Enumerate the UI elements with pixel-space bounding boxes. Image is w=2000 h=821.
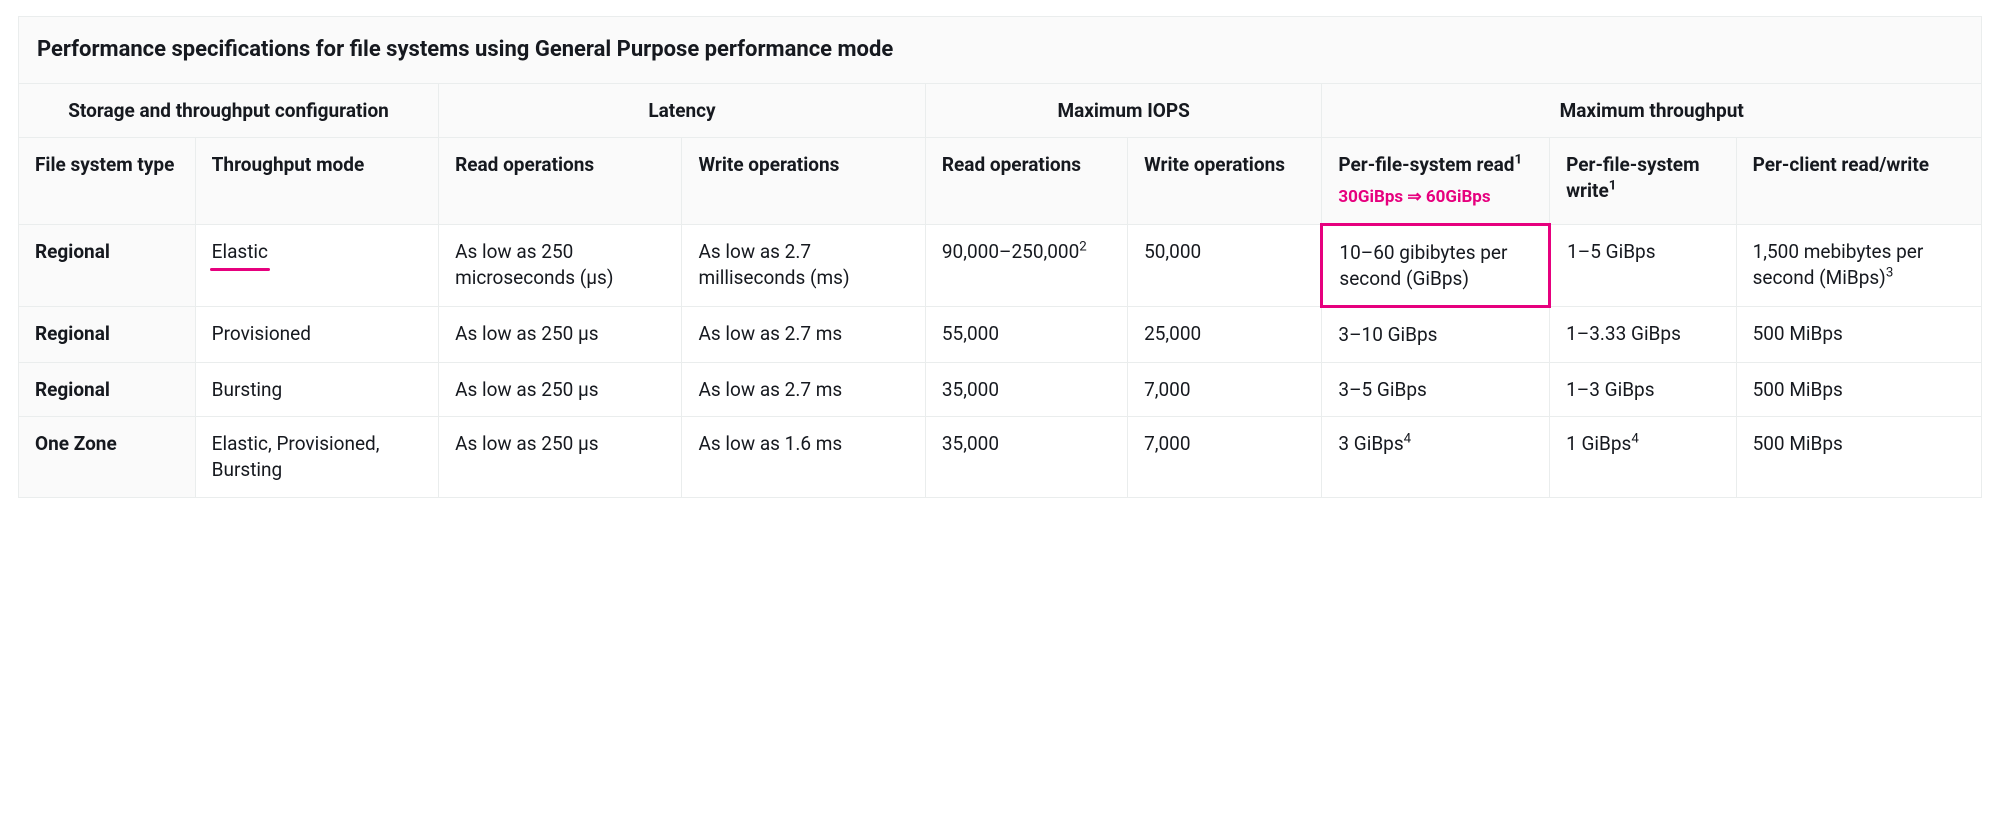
footnote-ref: 1 (1609, 179, 1617, 194)
cell-fs-type: Regional (19, 362, 196, 417)
col-group-storage: Storage and throughput configuration (19, 83, 439, 138)
cell-iops-write: 7,000 (1128, 362, 1322, 417)
footnote-ref: 3 (1886, 265, 1893, 280)
table-body: Regional Elastic As low as 250 microsecond… (19, 224, 1982, 497)
col-throughput-write-label: Per-file-system write (1566, 153, 1699, 202)
annotation-arrow-icon: ⇒ (1407, 187, 1421, 207)
cell-throughput-client: 500 MiBps (1736, 362, 1981, 417)
cell-fs-type: One Zone (19, 417, 196, 497)
table-row: One ZoneElastic, Provisioned, BurstingAs… (19, 417, 1982, 497)
col-iops-read: Read operations (925, 138, 1127, 225)
cell-throughput-mode: Bursting (195, 362, 438, 417)
col-throughput-read-label: Per-file-system read (1338, 153, 1514, 176)
header-group-row: Storage and throughput configuration Lat… (19, 83, 1982, 138)
cell-latency-write: As low as 2.7 ms (682, 362, 925, 417)
table-title: Performance specifications for file syst… (19, 17, 1982, 84)
cell-latency-write: As low as 2.7 milliseconds (ms) (682, 224, 925, 306)
cell-latency-read: As low as 250 μs (439, 417, 682, 497)
cell-latency-write: As low as 2.7 ms (682, 307, 925, 363)
col-throughput-write: Per-file-system write1 (1550, 138, 1736, 225)
annotation-after: 60GiBps (1426, 187, 1491, 207)
cell-throughput-mode: Elastic, Provisioned, Bursting (195, 417, 438, 497)
col-throughput-read: Per-file-system read1 30GiBps ⇒ 60GiBps (1322, 138, 1550, 225)
table-row: Regional Elastic As low as 250 microsecond… (19, 224, 1982, 306)
cell-fs-type: Regional (19, 224, 196, 306)
cell-latency-write: As low as 1.6 ms (682, 417, 925, 497)
cell-throughput-read: 3–5 GiBps (1322, 362, 1550, 417)
cell-throughput-client: 500 MiBps (1736, 307, 1981, 363)
col-latency-read: Read operations (439, 138, 682, 225)
col-group-throughput: Maximum throughput (1322, 83, 1982, 138)
cell-iops-read: 55,000 (925, 307, 1127, 363)
table-title-row: Performance specifications for file syst… (19, 17, 1982, 84)
cell-throughput-read: 10–60 gibibytes per second (GiBps) (1322, 224, 1550, 306)
cell-iops-read: 35,000 (925, 362, 1127, 417)
cell-iops-read: 35,000 (925, 417, 1127, 497)
footnote-ref: 1 (1514, 153, 1522, 168)
cell-throughput-mode: Elastic (195, 224, 438, 306)
cell-iops-write: 50,000 (1128, 224, 1322, 306)
table-row: RegionalBurstingAs low as 250 μsAs low a… (19, 362, 1982, 417)
cell-fs-type: Regional (19, 307, 196, 363)
col-group-iops: Maximum IOPS (925, 83, 1322, 138)
col-throughput-mode: Throughput mode (195, 138, 438, 225)
cell-throughput-client: 500 MiBps (1736, 417, 1981, 497)
cell-iops-write: 25,000 (1128, 307, 1322, 363)
cell-throughput-mode: Provisioned (195, 307, 438, 363)
header-row: File system type Throughput mode Read op… (19, 138, 1982, 225)
cell-iops-read: 90,000–250,0002 (925, 224, 1127, 306)
footnote-ref: 4 (1631, 432, 1638, 447)
cell-throughput-read: 3 GiBps4 (1322, 417, 1550, 497)
cell-throughput-write: 1–5 GiBps (1550, 224, 1736, 306)
col-latency-write: Write operations (682, 138, 925, 225)
footnote-ref: 2 (1079, 240, 1086, 255)
cell-latency-read: As low as 250 microseconds (μs) (439, 224, 682, 306)
cell-throughput-read: 3–10 GiBps (1322, 307, 1550, 363)
cell-latency-read: As low as 250 μs (439, 362, 682, 417)
cell-throughput-write: 1–3 GiBps (1550, 362, 1736, 417)
cell-throughput-client: 1,500 mebibytes per second (MiBps)3 (1736, 224, 1981, 306)
col-iops-write: Write operations (1128, 138, 1322, 225)
annotation-throughput-change: 30GiBps ⇒ 60GiBps (1338, 186, 1533, 209)
cell-throughput-write: 1–3.33 GiBps (1550, 307, 1736, 363)
cell-throughput-write: 1 GiBps4 (1550, 417, 1736, 497)
table-row: RegionalProvisionedAs low as 250 μsAs lo… (19, 307, 1982, 363)
cell-latency-read: As low as 250 μs (439, 307, 682, 363)
col-throughput-client: Per-client read/write (1736, 138, 1981, 225)
col-fs-type: File system type (19, 138, 196, 225)
cell-iops-write: 7,000 (1128, 417, 1322, 497)
col-group-latency: Latency (439, 83, 926, 138)
performance-table: Performance specifications for file syst… (18, 16, 1982, 498)
annotation-before: 30GiBps (1338, 187, 1403, 207)
footnote-ref: 4 (1404, 432, 1411, 447)
highlight-underline: Elastic (212, 239, 268, 265)
